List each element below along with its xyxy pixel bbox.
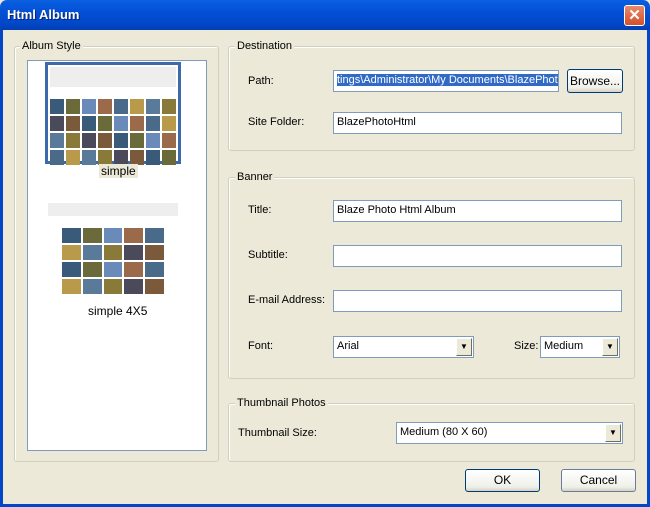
photo-thumbnail [98, 150, 112, 165]
photo-thumbnail [130, 99, 144, 114]
photo-thumbnail [146, 150, 160, 165]
site-folder-label: Site Folder: [248, 116, 305, 128]
photo-thumbnail [124, 245, 144, 260]
ok-button[interactable]: OK [465, 469, 540, 492]
album-style-label: Album Style [20, 40, 83, 52]
photo-thumbnail [82, 279, 102, 294]
title-bar [0, 0, 650, 30]
thumbnail-label: Thumbnail Photos [235, 397, 328, 409]
thumbnail-size-label: Thumbnail Size: [238, 427, 317, 439]
photo-thumbnail [146, 99, 160, 114]
destination-group [228, 46, 635, 151]
photo-thumbnail [103, 262, 123, 277]
chevron-down-icon[interactable]: ▼ [602, 338, 618, 356]
browse-button[interactable]: Browse... [567, 69, 623, 93]
photo-thumbnail [62, 279, 81, 294]
photo-thumbnail [50, 99, 64, 114]
size-select[interactable]: Medium ▼ [540, 336, 620, 358]
photo-thumbnail [82, 99, 96, 114]
photo-thumbnail [162, 99, 176, 114]
photo-thumbnail [130, 133, 144, 148]
font-select[interactable]: Arial ▼ [333, 336, 474, 358]
photo-thumbnail [62, 245, 81, 260]
photo-thumbnail [124, 228, 144, 243]
photo-thumbnail [98, 116, 112, 131]
photo-thumbnail [66, 116, 80, 131]
destination-label: Destination [235, 40, 295, 52]
photo-thumbnail [114, 150, 128, 165]
style-label-simple-4x5[interactable]: simple 4X5 [88, 304, 147, 318]
style-thumbnail-simple-4x5[interactable] [48, 203, 178, 301]
photo-thumbnail [66, 99, 80, 114]
chevron-down-icon[interactable]: ▼ [605, 424, 621, 442]
path-label: Path: [248, 75, 274, 87]
photo-thumbnail [98, 133, 112, 148]
photo-thumbnail [145, 262, 164, 277]
path-input[interactable]: tings\Administrator\My Documents\BlazePh… [333, 70, 559, 92]
style-label-simple[interactable]: simple [99, 164, 138, 178]
subtitle-label: Subtitle: [248, 249, 288, 261]
photo-thumbnail [130, 116, 144, 131]
photo-thumbnail [146, 133, 160, 148]
photo-thumbnail [82, 245, 102, 260]
photo-thumbnail [114, 99, 128, 114]
photo-thumbnail [145, 245, 164, 260]
photo-thumbnail [50, 150, 64, 165]
photo-thumbnail [50, 116, 64, 131]
photo-thumbnail [103, 228, 123, 243]
photo-thumbnail [82, 150, 96, 165]
photo-thumbnail [103, 279, 123, 294]
font-label: Font: [248, 340, 274, 352]
site-folder-input[interactable]: BlazePhotoHtml [333, 112, 622, 134]
photo-thumbnail [82, 116, 96, 131]
email-label: E-mail Address: [248, 294, 326, 306]
photo-thumbnail [114, 116, 128, 131]
thumbnail-size-value: Medium (80 X 60) [400, 426, 488, 438]
path-value: tings\Administrator\My Documents\BlazePh… [337, 74, 558, 86]
photo-thumbnail [103, 245, 123, 260]
style-thumbnail-simple[interactable] [45, 62, 181, 165]
font-value: Arial [337, 340, 360, 352]
photo-thumbnail [66, 150, 80, 165]
photo-thumbnail [124, 262, 144, 277]
chevron-down-icon[interactable]: ▼ [456, 338, 472, 356]
size-value: Medium [544, 340, 584, 352]
photo-thumbnail [62, 228, 81, 243]
album-style-list[interactable]: simple simple 4X5 [27, 60, 207, 451]
close-button[interactable]: ✕ [624, 5, 645, 26]
photo-thumbnail [162, 150, 176, 165]
title-label: Title: [248, 204, 272, 216]
title-input[interactable]: Blaze Photo Html Album [333, 200, 622, 222]
photo-thumbnail [62, 262, 81, 277]
photo-thumbnail [146, 116, 160, 131]
banner-label: Banner [235, 171, 275, 183]
photo-thumbnail [130, 150, 144, 165]
photo-thumbnail [124, 279, 144, 294]
photo-thumbnail [50, 133, 64, 148]
size-label: Size: [514, 340, 539, 352]
photo-thumbnail [162, 116, 176, 131]
subtitle-input[interactable] [333, 245, 622, 267]
photo-thumbnail [114, 133, 128, 148]
photo-thumbnail [162, 133, 176, 148]
photo-thumbnail [98, 99, 112, 114]
thumbnail-size-select[interactable]: Medium (80 X 60) ▼ [396, 422, 623, 444]
photo-thumbnail [82, 133, 96, 148]
photo-thumbnail [82, 262, 102, 277]
email-input[interactable] [333, 290, 622, 312]
photo-thumbnail [66, 133, 80, 148]
photo-thumbnail [145, 279, 164, 294]
photo-thumbnail [145, 228, 164, 243]
cancel-button[interactable]: Cancel [561, 469, 636, 492]
window-title: Html Album [7, 7, 80, 22]
photo-thumbnail [82, 228, 102, 243]
